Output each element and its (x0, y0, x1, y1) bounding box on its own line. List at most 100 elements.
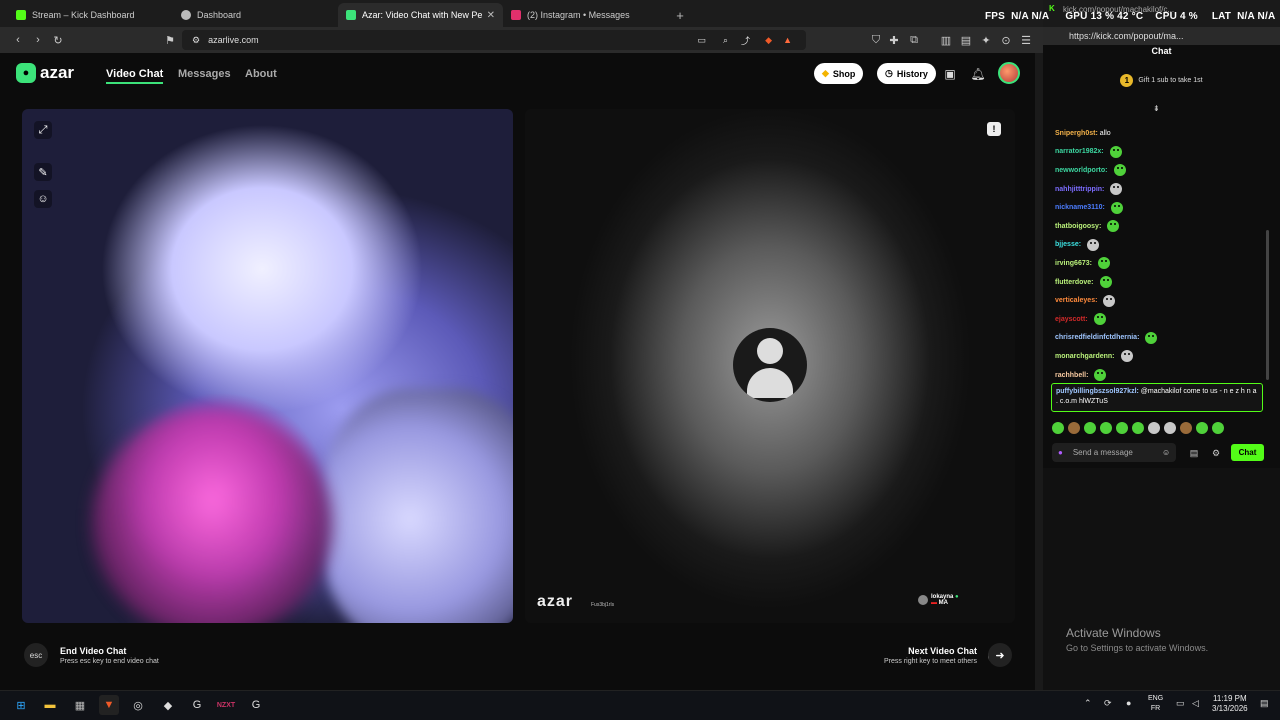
tab-dashboard[interactable]: Dashboard (173, 3, 338, 27)
gift-banner[interactable]: 1 Gift 1 sub to take 1st (1043, 74, 1280, 87)
emote-icon[interactable] (1100, 422, 1112, 434)
sidebar-icon[interactable]: ▥ (936, 30, 956, 50)
emote-icon[interactable] (1084, 422, 1096, 434)
address-bar[interactable]: ⚙ azarlive.com ▲ ◆ ⤴ ⌕ ▭ (182, 30, 806, 50)
tray-overflow-icon[interactable]: ⌃ (1084, 698, 1092, 709)
message-username[interactable]: newworldporto: (1055, 167, 1108, 174)
scroll-down-icon[interactable]: ⇟ (1153, 104, 1160, 113)
message-username[interactable]: bjjesse: (1055, 241, 1081, 248)
message-username[interactable]: nahhjitttrippin: (1055, 186, 1104, 193)
obs-icon[interactable]: ◎ (128, 695, 148, 715)
highlighted-message[interactable]: puffybillingbszsol927kzl: @machakilof co… (1051, 383, 1263, 412)
activate-windows-title: Activate Windows (1066, 626, 1161, 640)
message-username[interactable]: monarchgardenn: (1055, 353, 1115, 360)
screenshot-icon[interactable]: ⧉ (904, 30, 924, 50)
nav-about[interactable]: About (245, 68, 277, 80)
magic-wand-icon[interactable]: ✎ (34, 163, 52, 181)
inbox-icon[interactable]: ▣ (941, 65, 959, 83)
arrow-right-icon[interactable]: ➜ (988, 643, 1012, 667)
message-username[interactable]: irving6673: (1055, 260, 1092, 267)
message-username[interactable]: verticaleyes: (1055, 297, 1097, 304)
volume-icon[interactable]: ◁ (1192, 698, 1199, 709)
gift-icon[interactable]: ▤ (1188, 447, 1200, 459)
message-username[interactable]: ejayscott: (1055, 316, 1088, 323)
emoji-icon[interactable]: ☺ (1162, 448, 1170, 457)
leo-ai-icon[interactable]: ✦ (976, 30, 996, 50)
sync-icon[interactable]: ⟳ (1104, 698, 1112, 709)
cast-icon[interactable]: ▭ (697, 35, 706, 46)
kick-address-bar[interactable]: https://kick.com/popout/ma... (1043, 27, 1280, 45)
emote-icon[interactable] (1196, 422, 1208, 434)
notifications-icon[interactable]: ▤ (1260, 698, 1269, 709)
settings-gear-icon[interactable]: ⚙ (1210, 447, 1222, 459)
forward-icon[interactable]: › (28, 30, 48, 50)
back-icon[interactable]: ‹ (8, 30, 28, 50)
emote-icon[interactable] (1052, 422, 1064, 434)
page-scrollbar[interactable] (1035, 53, 1043, 690)
chat-scrollbar[interactable] (1266, 230, 1269, 380)
app2-icon[interactable]: G (187, 695, 207, 715)
message-username[interactable]: Snipergh0st: (1055, 130, 1098, 137)
tab-azar[interactable]: Azar: Video Chat with New Pe ✕ (338, 3, 503, 27)
emote-icon[interactable] (1068, 422, 1080, 434)
vpn-icon[interactable]: ⛉ (866, 30, 886, 50)
message-username[interactable]: narrator1982x: (1055, 148, 1104, 155)
brave-lion-icon[interactable]: ◆ (765, 35, 772, 46)
app3-icon[interactable]: G (246, 695, 266, 715)
emote-icon[interactable] (1212, 422, 1224, 434)
message-username[interactable]: chrisredfieldinfctdhernia: (1055, 334, 1139, 341)
close-tab-icon[interactable]: ✕ (487, 10, 495, 21)
history-button[interactable]: ◷ History (877, 63, 936, 84)
bookmark-icon[interactable]: ⚑ (160, 30, 180, 50)
emote-icon[interactable] (1148, 422, 1160, 434)
nav-video-chat[interactable]: Video Chat (106, 68, 164, 84)
brave-shield-icon[interactable]: ▲ (783, 35, 792, 45)
emote-icon[interactable] (1116, 422, 1128, 434)
nav-messages[interactable]: Messages (178, 68, 231, 80)
language-indicator[interactable]: ENG FR (1148, 694, 1163, 714)
zoom-icon[interactable]: ⌕ (723, 35, 728, 46)
esc-key[interactable]: esc (24, 643, 48, 667)
message-username[interactable]: thatboigoosy: (1055, 223, 1101, 230)
tab-kick-dashboard[interactable]: Stream – Kick Dashboard (8, 3, 173, 27)
next-video-chat-title[interactable]: Next Video Chat (908, 646, 977, 656)
chat-message: flutterdove: (1055, 273, 1275, 292)
tab-instagram[interactable]: (2) Instagram • Messages (503, 3, 668, 27)
message-username[interactable]: puffybillingbszsol927kzl: (1056, 388, 1139, 395)
send-chat-button[interactable]: Chat (1231, 444, 1264, 461)
shop-button[interactable]: ◆ Shop (814, 63, 864, 84)
share-icon[interactable]: ⤴ (741, 34, 750, 47)
message-username[interactable]: nickname3110: (1055, 204, 1105, 211)
brave-icon[interactable]: ▼ (99, 695, 119, 715)
report-icon[interactable]: ! (987, 122, 1001, 136)
system-clock[interactable]: 11:19 PM 3/13/2026 (1212, 694, 1248, 714)
new-tab-button[interactable]: + (668, 3, 692, 27)
emote-icon[interactable] (1180, 422, 1192, 434)
mic-tray-icon[interactable]: ● (1126, 698, 1131, 708)
chat-input[interactable]: ● Send a message ☺ (1052, 443, 1176, 462)
extensions-icon[interactable]: ✚ (884, 30, 904, 50)
message-username[interactable]: rachhbell: (1055, 372, 1088, 379)
profile-avatar[interactable] (998, 62, 1020, 84)
store-icon[interactable]: ▦ (70, 695, 90, 715)
end-video-chat-title[interactable]: End Video Chat (60, 646, 126, 656)
emote-icon[interactable] (1164, 422, 1176, 434)
expand-icon[interactable]: ⤢ (34, 121, 52, 139)
site-info-icon[interactable]: ⚙ (192, 35, 200, 46)
rewards-icon[interactable]: ⊙ (996, 30, 1016, 50)
mic-icon[interactable]: ● (1058, 448, 1063, 457)
nzxt-icon[interactable]: NZXT (216, 695, 236, 715)
reload-icon[interactable]: ↻ (48, 30, 68, 50)
start-icon[interactable]: ⊞ (11, 695, 31, 715)
network-icon[interactable]: ▭ (1176, 698, 1185, 709)
menu-icon[interactable]: ☰ (1016, 30, 1036, 50)
message-username[interactable]: flutterdove: (1055, 279, 1094, 286)
app-icon[interactable]: ◆ (158, 695, 178, 715)
file-explorer-icon[interactable]: ▬ (40, 695, 60, 715)
bell-icon[interactable]: 🔔︎ (969, 65, 987, 83)
face-filter-icon[interactable]: ☺ (34, 190, 52, 208)
emote-icon[interactable] (1132, 422, 1144, 434)
partner-badge[interactable]: lokayna ● ▬ MA (918, 594, 959, 606)
azar-logo[interactable]: ● azar (16, 63, 74, 83)
wallet-icon[interactable]: ▤ (956, 30, 976, 50)
